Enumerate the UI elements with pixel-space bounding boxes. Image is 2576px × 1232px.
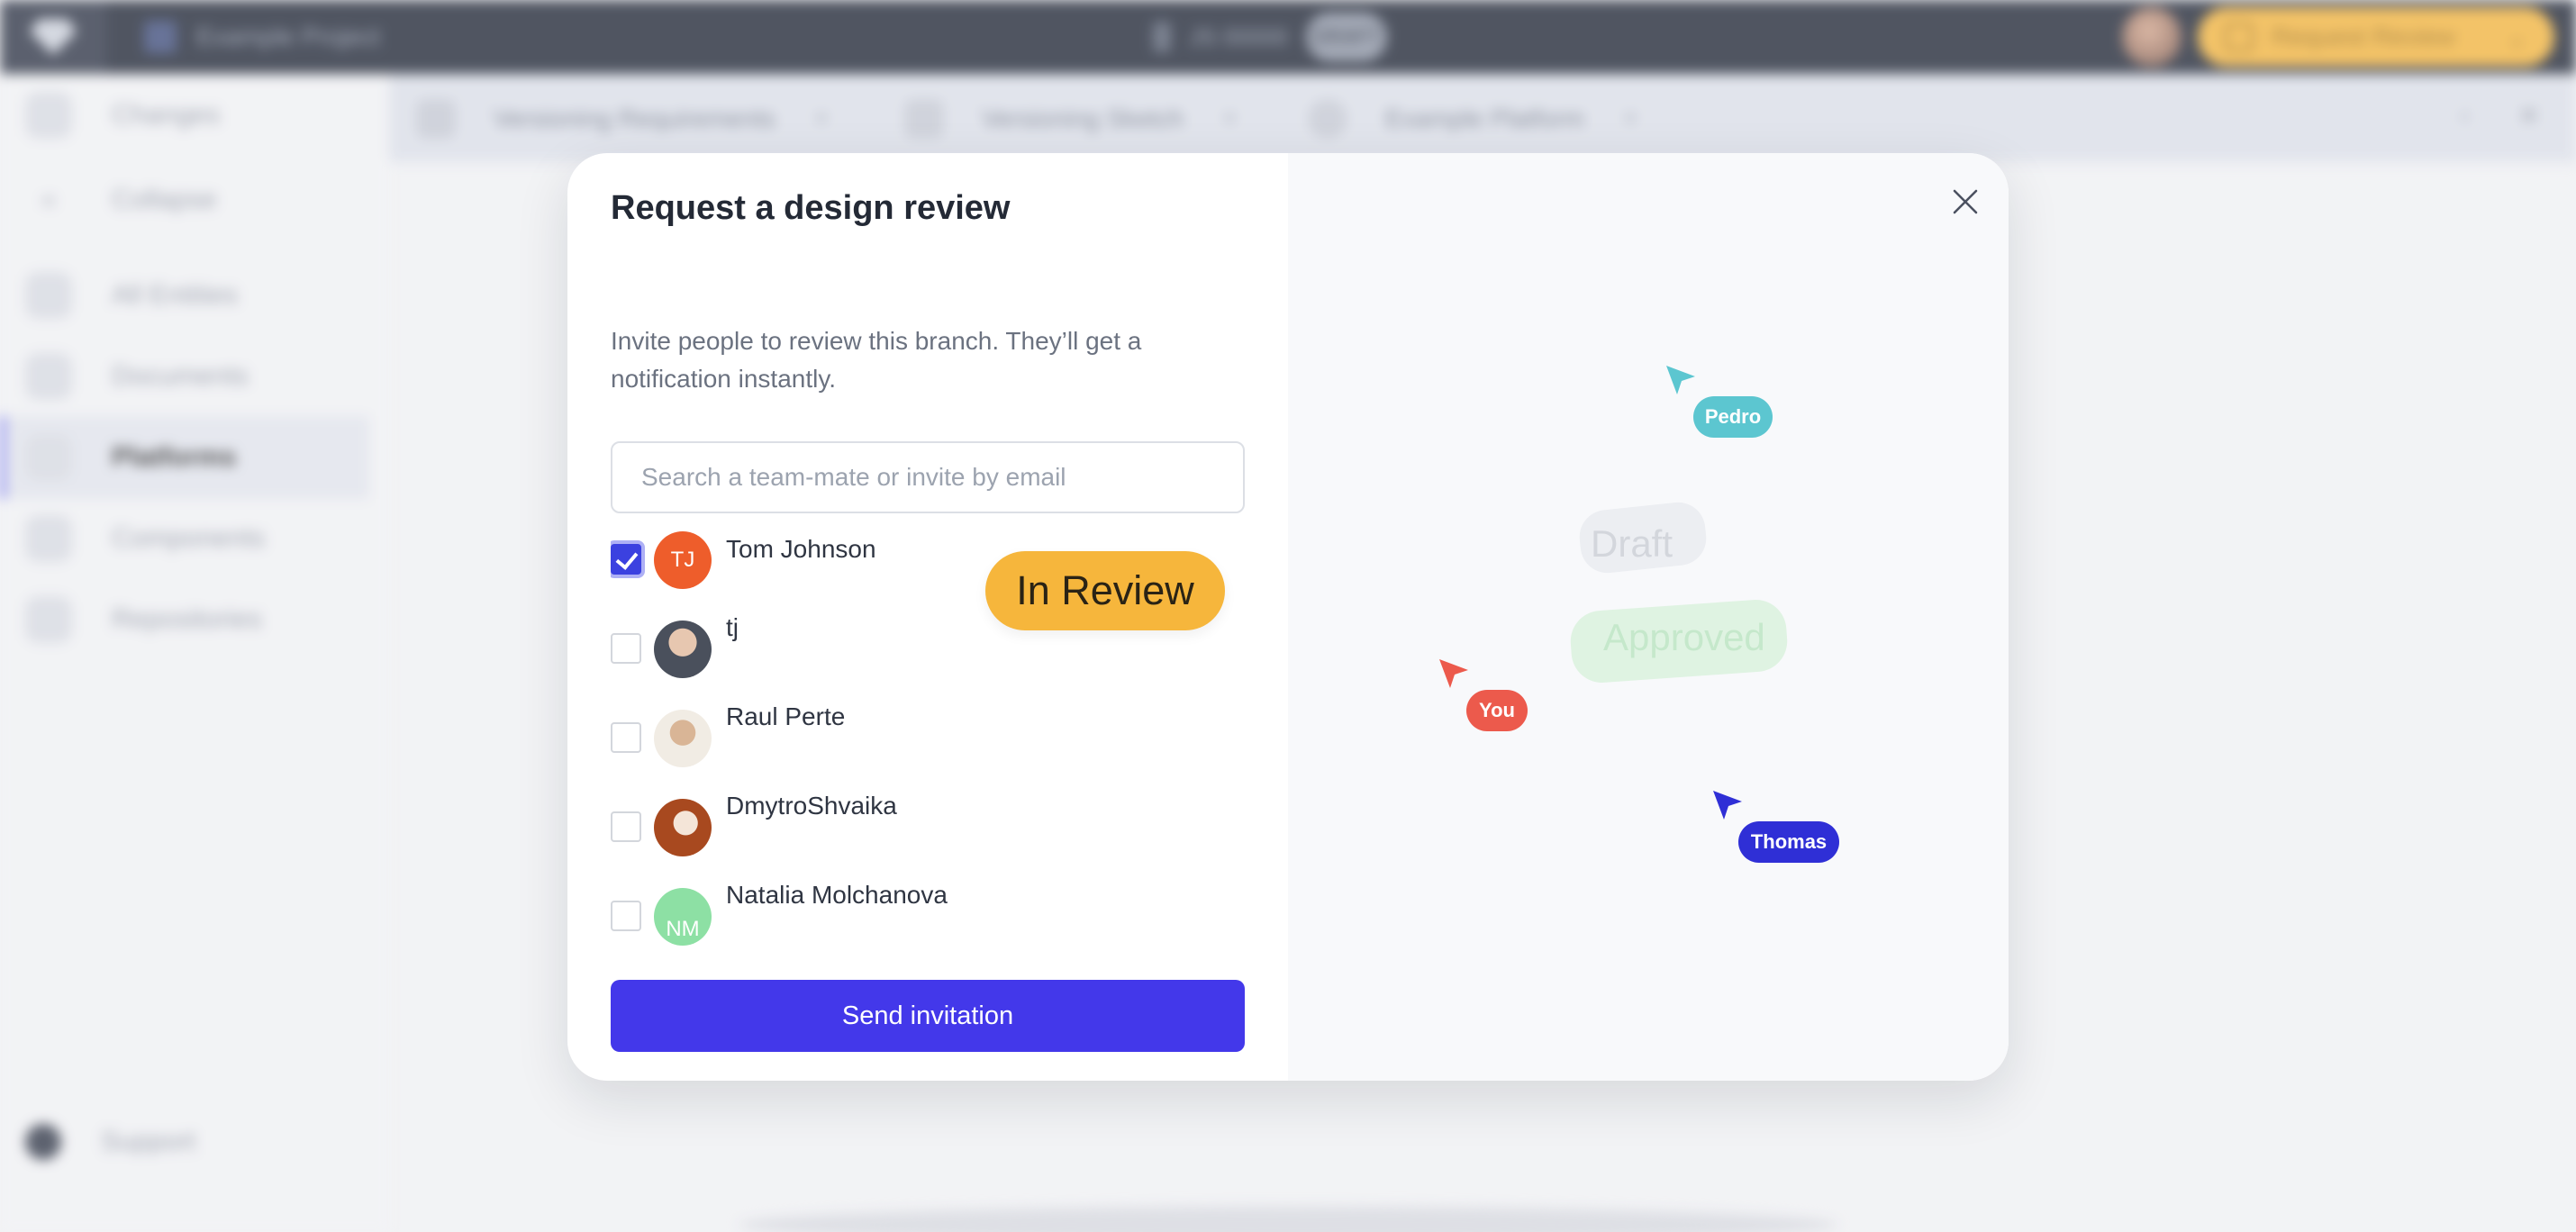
ghost-status-draft: Draft: [1591, 522, 1673, 565]
review-request-modal: Request a design review Invite people to…: [567, 153, 2009, 1081]
list-item[interactable]: Raul Perte: [611, 702, 1245, 775]
send-invitation-button[interactable]: Send invitation: [611, 980, 1245, 1052]
checkbox[interactable]: [611, 722, 641, 753]
person-name: Natalia Molchanova: [726, 881, 948, 909]
status-badge: In Review: [985, 551, 1225, 630]
cursor-label-thomas: Thomas: [1738, 821, 1839, 863]
person-name: Tom Johnson: [726, 535, 876, 563]
close-button[interactable]: [1942, 178, 1989, 225]
checkbox[interactable]: [611, 544, 641, 575]
cursor-label-you: You: [1466, 690, 1528, 731]
modal-description: Invite people to review this branch. The…: [611, 327, 1142, 393]
checkbox[interactable]: [611, 901, 641, 931]
person-name: Raul Perte: [726, 702, 846, 730]
ghost-status-approved: Approved: [1603, 616, 1765, 658]
avatar: [654, 621, 712, 678]
checkbox[interactable]: [611, 811, 641, 842]
cursor-arrow-icon: [1439, 659, 1468, 688]
avatar: NM: [654, 888, 712, 946]
close-icon: [1953, 189, 1978, 214]
cursor-label-pedro: Pedro: [1693, 396, 1773, 438]
cursor-arrow-icon: [1666, 366, 1695, 394]
person-name: DmytroShvaika: [726, 792, 897, 820]
list-item[interactable]: DmytroShvaika: [611, 792, 1245, 864]
list-item[interactable]: NM Natalia Molchanova: [611, 881, 1245, 953]
avatar: TJ: [654, 531, 712, 589]
search-input[interactable]: [611, 441, 1245, 513]
cursor-arrow-icon: [1713, 791, 1742, 820]
avatar: [654, 710, 712, 767]
modal-title: Request a design review: [611, 189, 1011, 227]
checkbox[interactable]: [611, 633, 641, 664]
avatar: [654, 799, 712, 856]
person-name: tj: [726, 613, 739, 641]
